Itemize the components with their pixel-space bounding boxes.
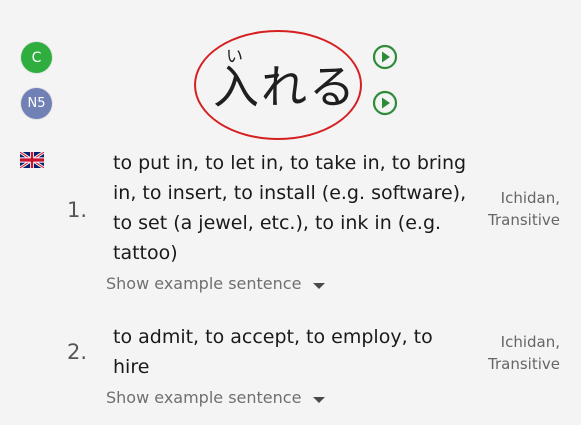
common-word-badge: C — [21, 42, 52, 73]
part-of-speech: Ichidan, Transitive — [470, 331, 560, 375]
sense-definition: to admit, to accept, to employ, to hire — [113, 326, 433, 378]
show-example-label[interactable]: Show example sentence — [106, 274, 301, 293]
part-of-speech-line: Ichidan, — [500, 189, 560, 207]
annotation-circle — [194, 30, 362, 140]
chevron-down-icon[interactable] — [313, 283, 326, 289]
show-example-toggle[interactable]: Show example sentence — [106, 274, 326, 293]
part-of-speech-line: Ichidan, — [500, 333, 560, 351]
show-example-label[interactable]: Show example sentence — [106, 388, 301, 407]
sense-definition: to put in, to let in, to take in, to bri… — [113, 152, 467, 264]
part-of-speech-line: Transitive — [488, 211, 560, 229]
part-of-speech: Ichidan, Transitive — [470, 187, 560, 231]
sense-number: 1. — [67, 198, 88, 222]
show-example-toggle[interactable]: Show example sentence — [106, 388, 326, 407]
jlpt-level-badge: N5 — [21, 88, 52, 119]
uk-flag-icon — [20, 152, 44, 168]
part-of-speech-line: Transitive — [488, 355, 560, 373]
sense-number: 2. — [67, 340, 88, 364]
chevron-down-icon[interactable] — [313, 397, 326, 403]
play-audio-button[interactable] — [372, 44, 398, 70]
play-audio-button[interactable] — [372, 90, 398, 116]
